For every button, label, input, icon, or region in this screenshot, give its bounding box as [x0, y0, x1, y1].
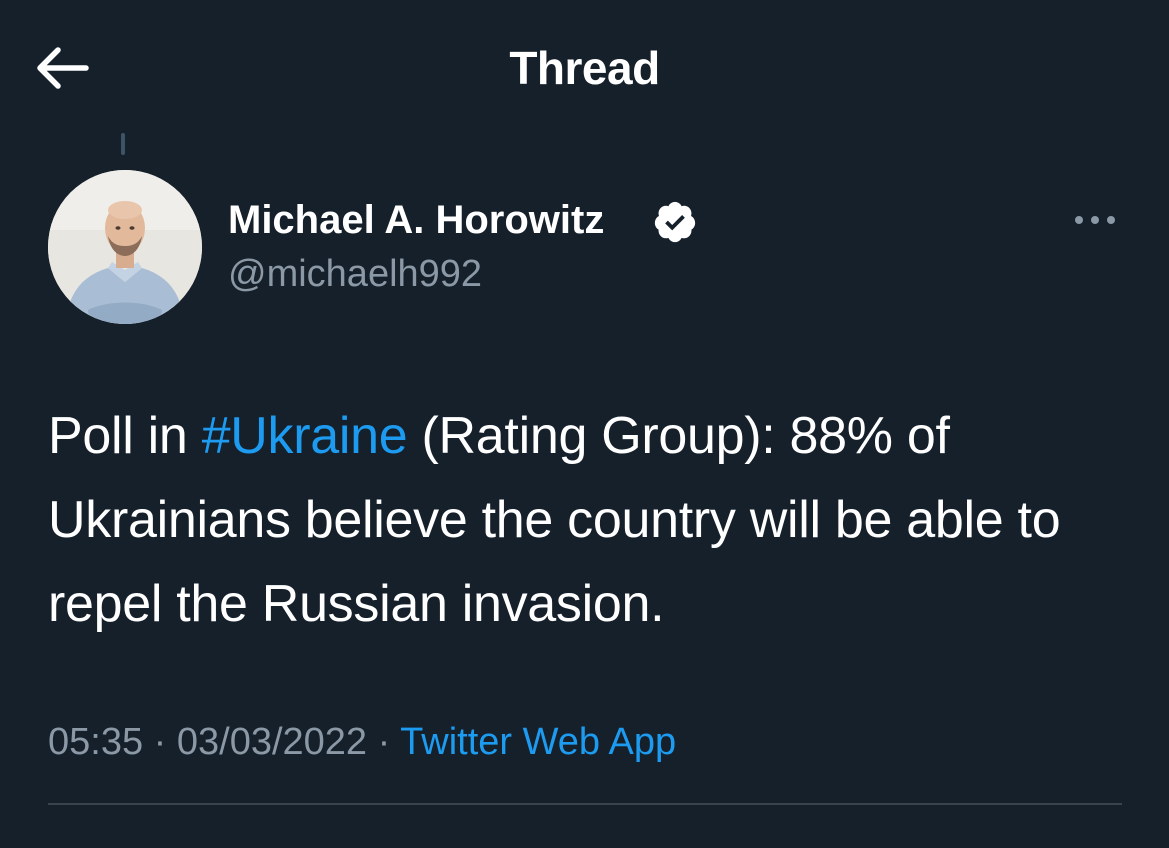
verified-badge-icon [654, 201, 696, 243]
divider [48, 803, 1122, 805]
hashtag-link[interactable]: #Ukraine [202, 407, 408, 465]
tweet-source-link[interactable]: Twitter Web App [400, 721, 676, 763]
tweet-date[interactable]: 03/03/2022 [177, 721, 367, 763]
tweet-text: Poll in #Ukraine (Rating Group): 88% of … [48, 394, 1138, 646]
tweet-metadata: 05:35 · 03/03/2022 · Twitter Web App [48, 714, 676, 770]
meta-separator: · [377, 721, 391, 763]
thread-screen: Thread Michael A. Horowitz @michaelh992 [0, 0, 1169, 848]
meta-separator: · [153, 721, 167, 763]
page-title: Thread [509, 42, 660, 94]
tweet-text-part: Poll in [48, 407, 202, 465]
more-horizontal-icon [1075, 216, 1115, 224]
author-name[interactable]: Michael A. Horowitz [228, 196, 604, 244]
avatar[interactable] [48, 170, 202, 324]
tweet-time[interactable]: 05:35 [48, 721, 143, 763]
thread-connector-line [121, 133, 125, 155]
top-bar: Thread [0, 0, 1169, 136]
more-options-button[interactable] [1070, 200, 1120, 240]
profile-photo [48, 170, 202, 324]
author-handle[interactable]: @michaelh992 [228, 250, 482, 298]
